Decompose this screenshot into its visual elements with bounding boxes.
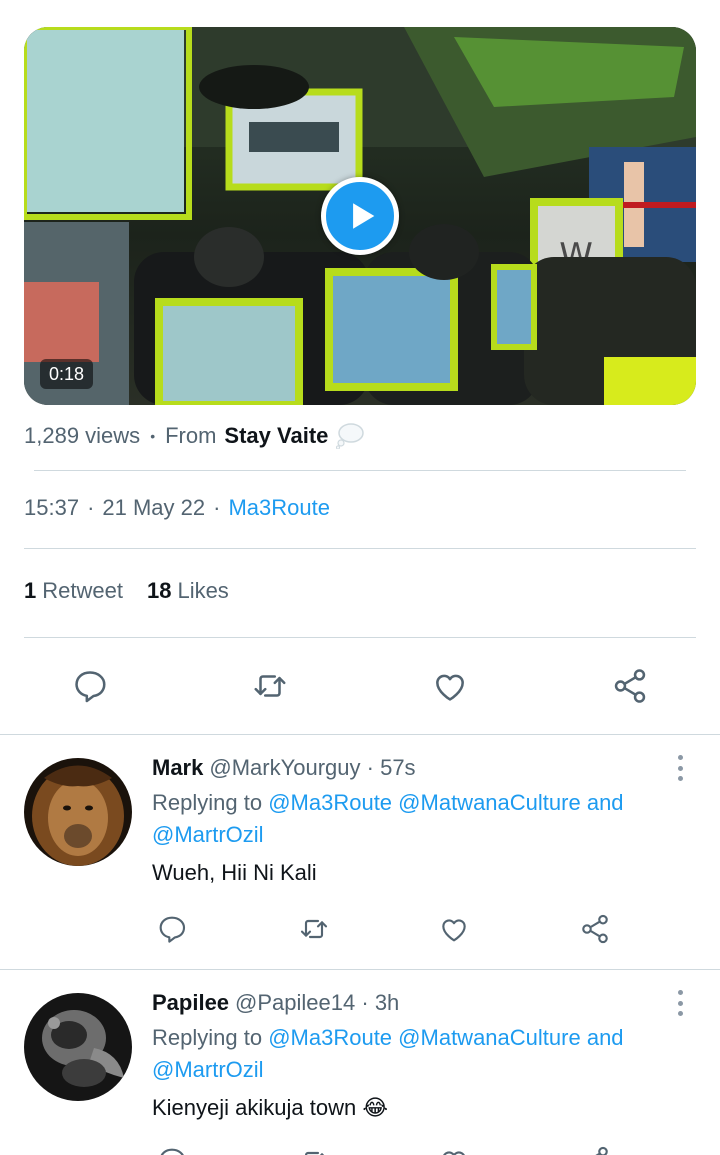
more-dot	[677, 990, 683, 995]
mention-link[interactable]: @MatwanaCulture	[398, 1025, 581, 1050]
share-icon	[614, 669, 646, 703]
likes-count: 18	[146, 578, 172, 603]
retweets-label: Retweet	[42, 578, 123, 603]
reply-author-handle[interactable]: @Papilee14	[235, 990, 355, 1015]
reply-item[interactable]: Mark @MarkYourguy · 57s Replying to @Ma3R…	[0, 735, 720, 969]
mention-and[interactable]: and	[587, 1025, 624, 1050]
more-options-button[interactable]	[668, 987, 692, 1019]
mention-link[interactable]: @Ma3Route	[268, 790, 392, 815]
reply-icon	[160, 1148, 184, 1155]
reply-button[interactable]	[70, 665, 110, 707]
retweet-button[interactable]	[296, 1143, 332, 1155]
retweet-icon	[300, 919, 328, 939]
share-icon	[595, 1146, 608, 1155]
reply-button[interactable]	[154, 911, 190, 947]
reply-text: Kienyeji akikuja town 😂	[152, 1095, 389, 1120]
more-dot	[677, 776, 683, 781]
retweet-icon	[304, 1151, 325, 1155]
replying-to: Replying to @Ma3Route @MatwanaCulture an…	[152, 787, 672, 851]
retweet-icon	[254, 675, 286, 697]
more-dot	[677, 755, 683, 760]
lion-avatar-icon	[24, 758, 132, 866]
like-button[interactable]	[430, 665, 470, 707]
retweets-stat[interactable]: 1 Retweet	[24, 578, 123, 604]
tweet-time: 15:37	[24, 495, 80, 520]
reply-time: · 3h	[361, 990, 400, 1015]
likes-label: Likes	[177, 578, 229, 603]
video-duration: 0:18	[40, 359, 94, 389]
more-options-button[interactable]	[668, 752, 692, 784]
retweets-count: 1	[24, 578, 37, 603]
reply-time: · 57s	[366, 755, 416, 780]
likes-stat[interactable]: 18 Likes	[147, 578, 229, 604]
views-row: 1,289 views • From Stay Vaite	[24, 420, 365, 452]
reply-text: Wueh, Hii Ni Kali	[152, 860, 317, 885]
source-app-link[interactable]: Ma3Route	[228, 495, 330, 521]
tweet-timestamp: 15:37 · 21 May 22 · Ma3Route	[24, 495, 330, 521]
like-button[interactable]	[436, 1143, 472, 1155]
divider	[24, 548, 696, 549]
reply-icon	[159, 916, 186, 943]
reply-header: Papilee @Papilee14 · 3h	[152, 988, 672, 1018]
play-icon	[352, 203, 374, 229]
from-label: From	[165, 423, 217, 448]
like-icon	[443, 1151, 465, 1155]
retweet-button[interactable]	[296, 911, 332, 947]
reply-author-name[interactable]: Papilee	[152, 990, 229, 1015]
date-separator: ·	[213, 495, 221, 520]
mention-link[interactable]: @MatwanaCulture	[398, 790, 581, 815]
reply-author-name[interactable]: Mark	[152, 755, 203, 780]
thought-bubble-icon	[336, 423, 365, 449]
time-separator: ·	[87, 495, 95, 520]
reply-icon	[75, 671, 106, 703]
share-button[interactable]	[577, 911, 613, 947]
retweet-button[interactable]	[250, 665, 290, 707]
more-dot	[677, 1011, 683, 1016]
play-button[interactable]	[321, 177, 399, 255]
reply-author-handle[interactable]: @MarkYourguy	[209, 755, 360, 780]
replying-prefix: Replying to	[152, 790, 263, 815]
divider	[34, 470, 686, 471]
avatar[interactable]	[24, 758, 132, 866]
more-dot	[677, 765, 683, 771]
divider	[24, 637, 696, 638]
grayscale-avatar-icon	[24, 993, 132, 1101]
reply-button[interactable]	[154, 1143, 190, 1155]
tweet-date: 21 May 22	[102, 495, 206, 520]
source-name-link[interactable]: Stay Vaite	[224, 423, 328, 449]
share-button[interactable]	[577, 1143, 613, 1155]
views-separator: •	[150, 428, 156, 444]
tweet-video[interactable]: W 0:18	[24, 27, 696, 405]
reply-item[interactable]: Papilee @Papilee14 · 3h Replying to @Ma3R…	[0, 970, 720, 1155]
mention-and[interactable]: and	[587, 790, 624, 815]
view-count: 1,289 views	[24, 423, 141, 448]
share-icon	[582, 914, 608, 944]
like-icon	[436, 674, 464, 701]
replying-prefix: Replying to	[152, 1025, 263, 1050]
like-icon	[442, 919, 466, 942]
replying-to: Replying to @Ma3Route @MatwanaCulture an…	[152, 1022, 672, 1086]
engagement-stats: 1 Retweet 18 Likes	[24, 578, 253, 604]
mention-link[interactable]: @MartrOzil	[152, 1057, 264, 1082]
share-button[interactable]	[610, 665, 650, 707]
more-dot	[677, 1000, 683, 1006]
avatar[interactable]	[24, 993, 132, 1101]
mention-link[interactable]: @MartrOzil	[152, 822, 264, 847]
mention-link[interactable]: @Ma3Route	[268, 1025, 392, 1050]
reply-header: Mark @MarkYourguy · 57s	[152, 753, 672, 783]
like-button[interactable]	[436, 911, 472, 947]
